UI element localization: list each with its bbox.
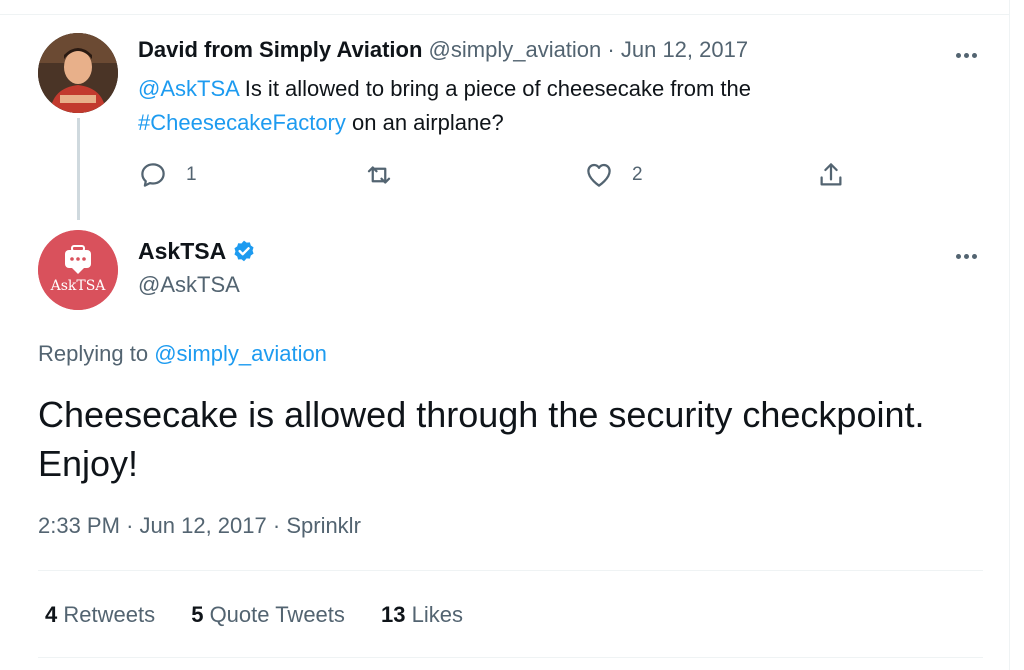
- replying-prefix: Replying to: [38, 341, 155, 366]
- retweets-label: Retweets: [57, 602, 156, 627]
- engagement-stats: 4 Retweets 5 Quote Tweets 13 Likes: [45, 602, 493, 628]
- reply-display-name-row[interactable]: AskTSA: [138, 238, 257, 265]
- reply-handle[interactable]: @AskTSA: [138, 272, 240, 298]
- likes-label: Likes: [405, 602, 463, 627]
- reply-tweet-text: Cheesecake is allowed through the securi…: [38, 394, 925, 484]
- like-count: 2: [632, 164, 643, 185]
- replying-to-link[interactable]: @simply_aviation: [154, 341, 327, 366]
- original-handle[interactable]: @simply_aviation: [429, 37, 602, 62]
- more-icon[interactable]: [956, 45, 984, 58]
- retweets-count: 4: [45, 602, 58, 627]
- avatar-david[interactable]: [38, 33, 118, 113]
- original-tweet-header: David from Simply Aviation @simply_aviat…: [138, 37, 748, 63]
- reply-display-name[interactable]: AskTSA: [138, 238, 226, 265]
- divider: [38, 657, 983, 658]
- replying-to: Replying to @simply_aviation: [38, 341, 327, 367]
- retweet-icon: [367, 166, 391, 184]
- avatar-asktsa[interactable]: AskTSA: [38, 230, 118, 310]
- quote-count: 5: [191, 602, 204, 627]
- hashtag-link[interactable]: #CheesecakeFactory: [138, 110, 346, 135]
- text-part-2: on an airplane?: [345, 110, 504, 135]
- divider: [38, 570, 983, 571]
- top-edge: [0, 0, 1010, 15]
- thread-connector: [77, 118, 80, 220]
- meta-separator: ·: [272, 513, 281, 538]
- more-icon[interactable]: [956, 246, 984, 259]
- retweet-button[interactable]: [364, 160, 412, 190]
- quote-tweets-stat[interactable]: 5 Quote Tweets: [191, 602, 345, 627]
- verified-badge-icon: [234, 240, 254, 261]
- original-date[interactable]: Jun 12, 2017: [621, 37, 748, 62]
- retweets-stat[interactable]: 4 Retweets: [45, 602, 155, 627]
- tweet-meta: 2:33 PM · Jun 12, 2017 · Sprinklr: [38, 513, 361, 539]
- likes-count: 13: [381, 602, 406, 627]
- tweet-date[interactable]: Jun 12, 2017: [140, 513, 267, 538]
- reply-button[interactable]: 1: [138, 160, 197, 190]
- tweet-source[interactable]: Sprinklr: [286, 513, 361, 538]
- reply-icon: [141, 163, 165, 187]
- meta-separator: ·: [126, 513, 134, 538]
- share-button[interactable]: [816, 160, 846, 190]
- text-part-1: Is it allowed to bring a piece of cheese…: [238, 76, 751, 101]
- mention-link[interactable]: @AskTSA: [138, 76, 239, 101]
- original-tweet-text: @AskTSA Is it allowed to bring a piece o…: [138, 72, 898, 140]
- quote-label: Quote Tweets: [203, 602, 345, 627]
- like-icon: [587, 163, 611, 187]
- avatar-label: AskTSA: [50, 278, 107, 294]
- header-separator: ·: [607, 37, 615, 62]
- tweet-time[interactable]: 2:33 PM: [38, 513, 120, 538]
- likes-stat[interactable]: 13 Likes: [381, 602, 463, 627]
- right-border: [1009, 0, 1010, 670]
- share-icon: [820, 163, 842, 186]
- original-display-name[interactable]: David from Simply Aviation: [138, 37, 422, 62]
- like-button[interactable]: 2: [584, 160, 643, 190]
- reply-count: 1: [186, 164, 197, 185]
